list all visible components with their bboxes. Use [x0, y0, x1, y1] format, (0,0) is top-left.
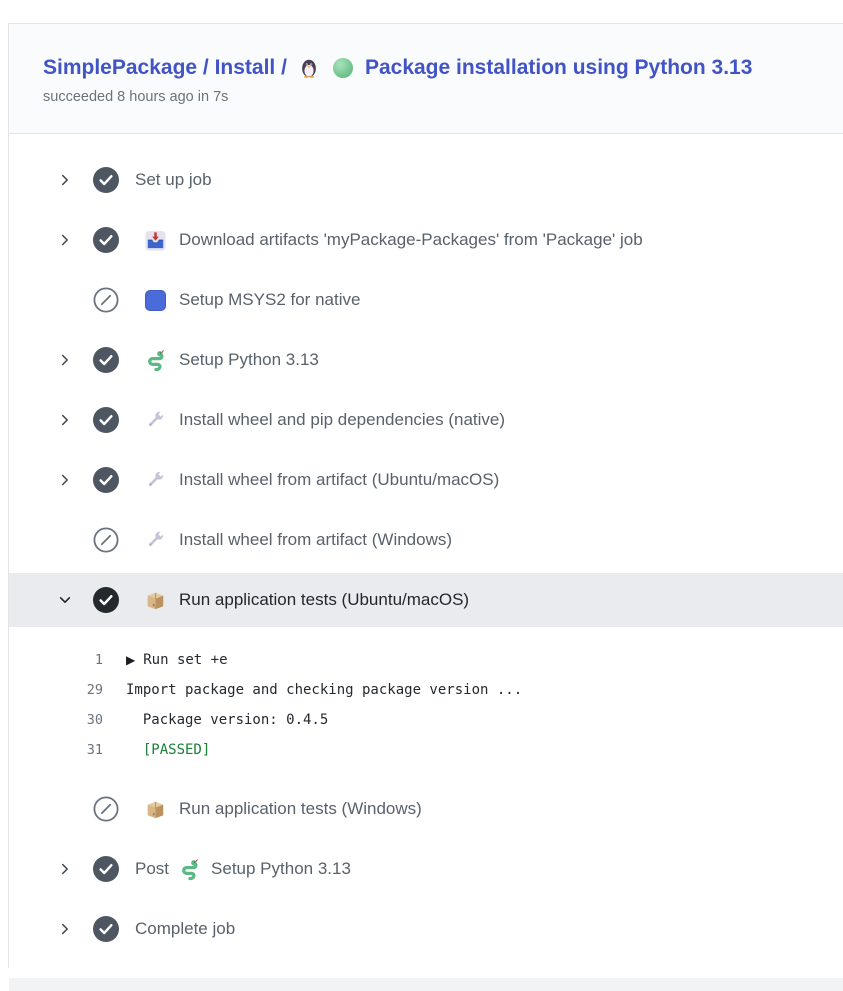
- wrench-icon: [143, 408, 167, 432]
- wrench-icon: [143, 468, 167, 492]
- success-check-icon: [93, 856, 119, 882]
- log-command: Run set +e: [143, 652, 227, 668]
- log-line-number[interactable]: 31: [9, 742, 103, 758]
- log-line-number[interactable]: 29: [9, 682, 103, 698]
- success-check-icon: [93, 587, 119, 613]
- log-line-number[interactable]: 1: [9, 652, 103, 668]
- chevron-right-icon: [57, 232, 73, 248]
- step-row-complete-job[interactable]: Complete job: [9, 899, 843, 959]
- step-label: Download artifacts 'myPackage-Packages' …: [179, 230, 643, 250]
- chevron-right-icon: [57, 472, 73, 488]
- success-check-icon: [93, 347, 119, 373]
- step-row-post-setup-python[interactable]: Post Setup Python 3.13: [9, 839, 843, 899]
- step-label: Install wheel from artifact (Ubuntu/macO…: [179, 470, 499, 490]
- log-text: Package version: 0.4.5: [126, 712, 328, 728]
- penguin-icon: [297, 56, 321, 80]
- step-label: Setup Python 3.13: [179, 350, 319, 370]
- log-line: 29 Import package and checking package v…: [9, 675, 843, 705]
- step-row-setup-msys2[interactable]: Setup MSYS2 for native: [9, 270, 843, 330]
- step-row-download-artifacts[interactable]: Download artifacts 'myPackage-Packages' …: [9, 210, 843, 270]
- step-label-prefix: Post: [135, 859, 169, 879]
- package-icon: [143, 797, 167, 821]
- run-header: SimplePackage / Install / Package instal…: [9, 24, 843, 134]
- snake-icon: [177, 857, 201, 881]
- chevron-right-icon: [57, 412, 73, 428]
- step-row-run-tests-windows[interactable]: Run application tests (Windows): [9, 779, 843, 839]
- success-check-icon: [93, 467, 119, 493]
- snake-icon: [143, 348, 167, 372]
- chevron-right-icon: [57, 352, 73, 368]
- skipped-icon: [93, 287, 119, 313]
- step-label: Set up job: [135, 170, 212, 190]
- step-row-install-wheel-ubuntu[interactable]: Install wheel from artifact (Ubuntu/macO…: [9, 450, 843, 510]
- step-row-run-tests-ubuntu[interactable]: Run application tests (Ubuntu/macOS): [9, 573, 843, 627]
- chevron-right-icon: [57, 921, 73, 937]
- log-line-number[interactable]: 30: [9, 712, 103, 728]
- success-check-icon: [93, 167, 119, 193]
- wrench-icon: [143, 528, 167, 552]
- step-label: Setup MSYS2 for native: [179, 290, 360, 310]
- step-row-setup-python[interactable]: Setup Python 3.13: [9, 330, 843, 390]
- log-line: 30 Package version: 0.4.5: [9, 705, 843, 735]
- step-label: Run application tests (Ubuntu/macOS): [179, 590, 469, 610]
- chevron-down-icon: [57, 592, 73, 608]
- bottom-strip: [9, 978, 843, 991]
- log-line: 31 [PASSED]: [9, 735, 843, 765]
- job-run-panel: SimplePackage / Install / Package instal…: [8, 23, 843, 968]
- green-circle-icon: [331, 56, 355, 80]
- step-row-install-wheel-windows[interactable]: Install wheel from artifact (Windows): [9, 510, 843, 570]
- log-text-passed: [PASSED]: [126, 742, 210, 758]
- run-title: SimplePackage / Install / Package instal…: [43, 54, 823, 82]
- step-label: Install wheel from artifact (Windows): [179, 530, 452, 550]
- log-line: 1 ▶ Run set +e: [9, 645, 843, 675]
- run-status-line: succeeded 8 hours ago in 7s: [43, 88, 823, 107]
- blue-square-icon: [143, 288, 167, 312]
- skipped-icon: [93, 796, 119, 822]
- chevron-spacer: [57, 801, 73, 817]
- step-label: Install wheel and pip dependencies (nati…: [179, 410, 505, 430]
- success-check-icon: [93, 916, 119, 942]
- step-row-set-up-job[interactable]: Set up job: [9, 150, 843, 210]
- step-label: Run application tests (Windows): [179, 799, 422, 819]
- chevron-spacer: [57, 532, 73, 548]
- breadcrumb[interactable]: SimplePackage / Install /: [43, 54, 287, 82]
- log-output: 1 ▶ Run set +e 29 Import package and chec…: [9, 627, 843, 779]
- success-check-icon: [93, 407, 119, 433]
- step-label: Complete job: [135, 919, 235, 939]
- log-text: ▶ Run set +e: [126, 652, 228, 668]
- step-label-group: Post Setup Python 3.13: [135, 857, 351, 881]
- success-check-icon: [93, 227, 119, 253]
- steps-list: Set up job Download artifacts 'myPackage…: [9, 134, 843, 959]
- run-title-text: Package installation using Python 3.13: [365, 54, 752, 82]
- chevron-spacer: [57, 292, 73, 308]
- step-row-install-wheel-pip-native[interactable]: Install wheel and pip dependencies (nati…: [9, 390, 843, 450]
- chevron-right-icon: [57, 172, 73, 188]
- expand-group-icon[interactable]: ▶: [126, 653, 135, 667]
- inbox-tray-icon: [143, 228, 167, 252]
- chevron-right-icon: [57, 861, 73, 877]
- skipped-icon: [93, 527, 119, 553]
- package-icon: [143, 588, 167, 612]
- log-text: Import package and checking package vers…: [126, 682, 522, 698]
- step-label: Setup Python 3.13: [211, 859, 351, 879]
